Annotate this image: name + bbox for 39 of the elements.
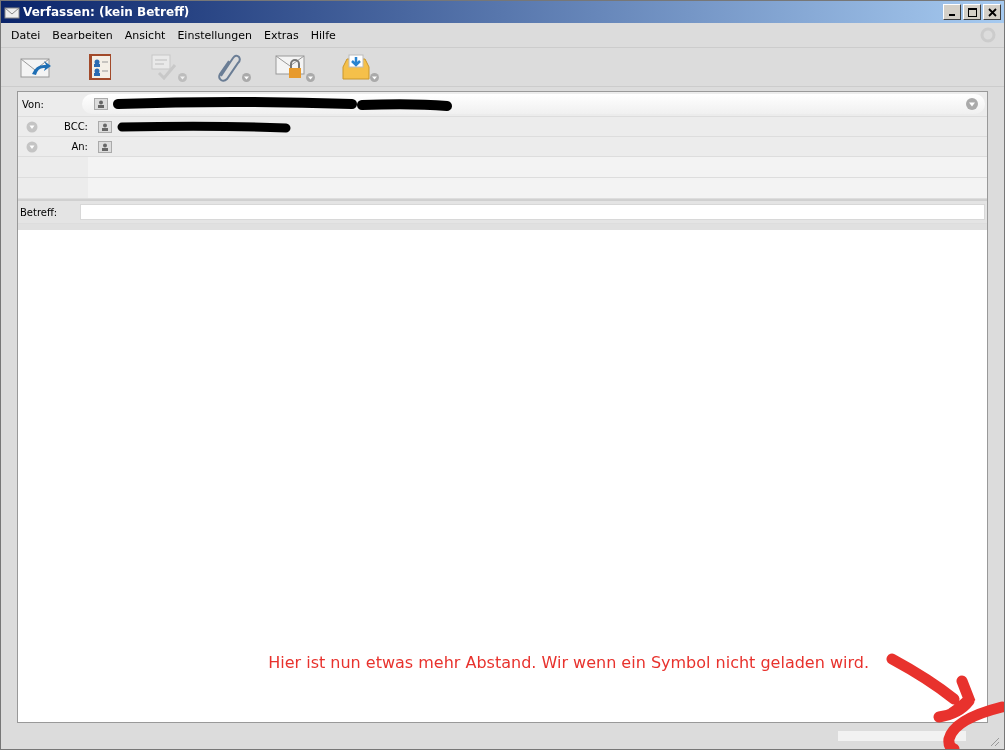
window-title: Verfassen: (kein Betreff) bbox=[23, 5, 190, 19]
contact-icon bbox=[94, 98, 108, 110]
subject-label: Betreff: bbox=[20, 206, 59, 218]
address-book-icon bbox=[86, 53, 114, 81]
spell-check-icon bbox=[149, 53, 179, 81]
dropdown-icon bbox=[370, 73, 379, 82]
close-icon bbox=[987, 7, 997, 17]
dropdown-icon[interactable] bbox=[26, 120, 38, 133]
resize-grip-icon[interactable] bbox=[988, 735, 1000, 747]
maximize-button[interactable] bbox=[963, 4, 981, 20]
menu-item[interactable]: Hilfe bbox=[304, 28, 342, 42]
menu-item[interactable]: Datei bbox=[5, 28, 47, 42]
minimize-button[interactable] bbox=[943, 4, 961, 20]
recipient-type-label[interactable]: BCC: bbox=[38, 121, 96, 132]
recipient-field[interactable] bbox=[88, 178, 987, 198]
dropdown-icon bbox=[242, 73, 251, 82]
minimize-icon bbox=[949, 13, 955, 16]
from-label: Von: bbox=[22, 98, 45, 110]
maximize-icon bbox=[967, 7, 977, 17]
contact-icon bbox=[98, 120, 112, 133]
paperclip-icon bbox=[215, 52, 241, 82]
dropdown-icon[interactable] bbox=[26, 140, 38, 153]
recipient-type-label[interactable]: An: bbox=[38, 141, 96, 152]
menu-item[interactable]: Extras bbox=[258, 28, 305, 42]
annotation-text: Hier ist nun etwas mehr Abstand. Wir wenn ein Symbol nicht geladen wird. bbox=[268, 653, 869, 672]
message-editor[interactable]: Hier ist nun etwas mehr Abstand. Wir wenn ein Symbol nicht geladen wird. bbox=[18, 230, 987, 722]
dropdown-icon bbox=[965, 97, 979, 111]
dropdown-icon bbox=[178, 73, 187, 82]
menu-item[interactable]: Bearbeiten bbox=[46, 28, 119, 42]
envelope-icon bbox=[4, 4, 20, 20]
recipient-field[interactable] bbox=[88, 157, 987, 177]
inbox-tray-icon bbox=[341, 53, 371, 81]
contact-icon bbox=[98, 140, 112, 153]
sender-dropdown[interactable] bbox=[82, 94, 985, 114]
close-button[interactable] bbox=[983, 4, 1001, 20]
menu-item[interactable]: Ansicht bbox=[118, 28, 172, 42]
subject-field[interactable] bbox=[80, 204, 985, 220]
dropdown-icon bbox=[306, 73, 315, 82]
menu-item[interactable]: Einstellungen bbox=[171, 28, 258, 42]
